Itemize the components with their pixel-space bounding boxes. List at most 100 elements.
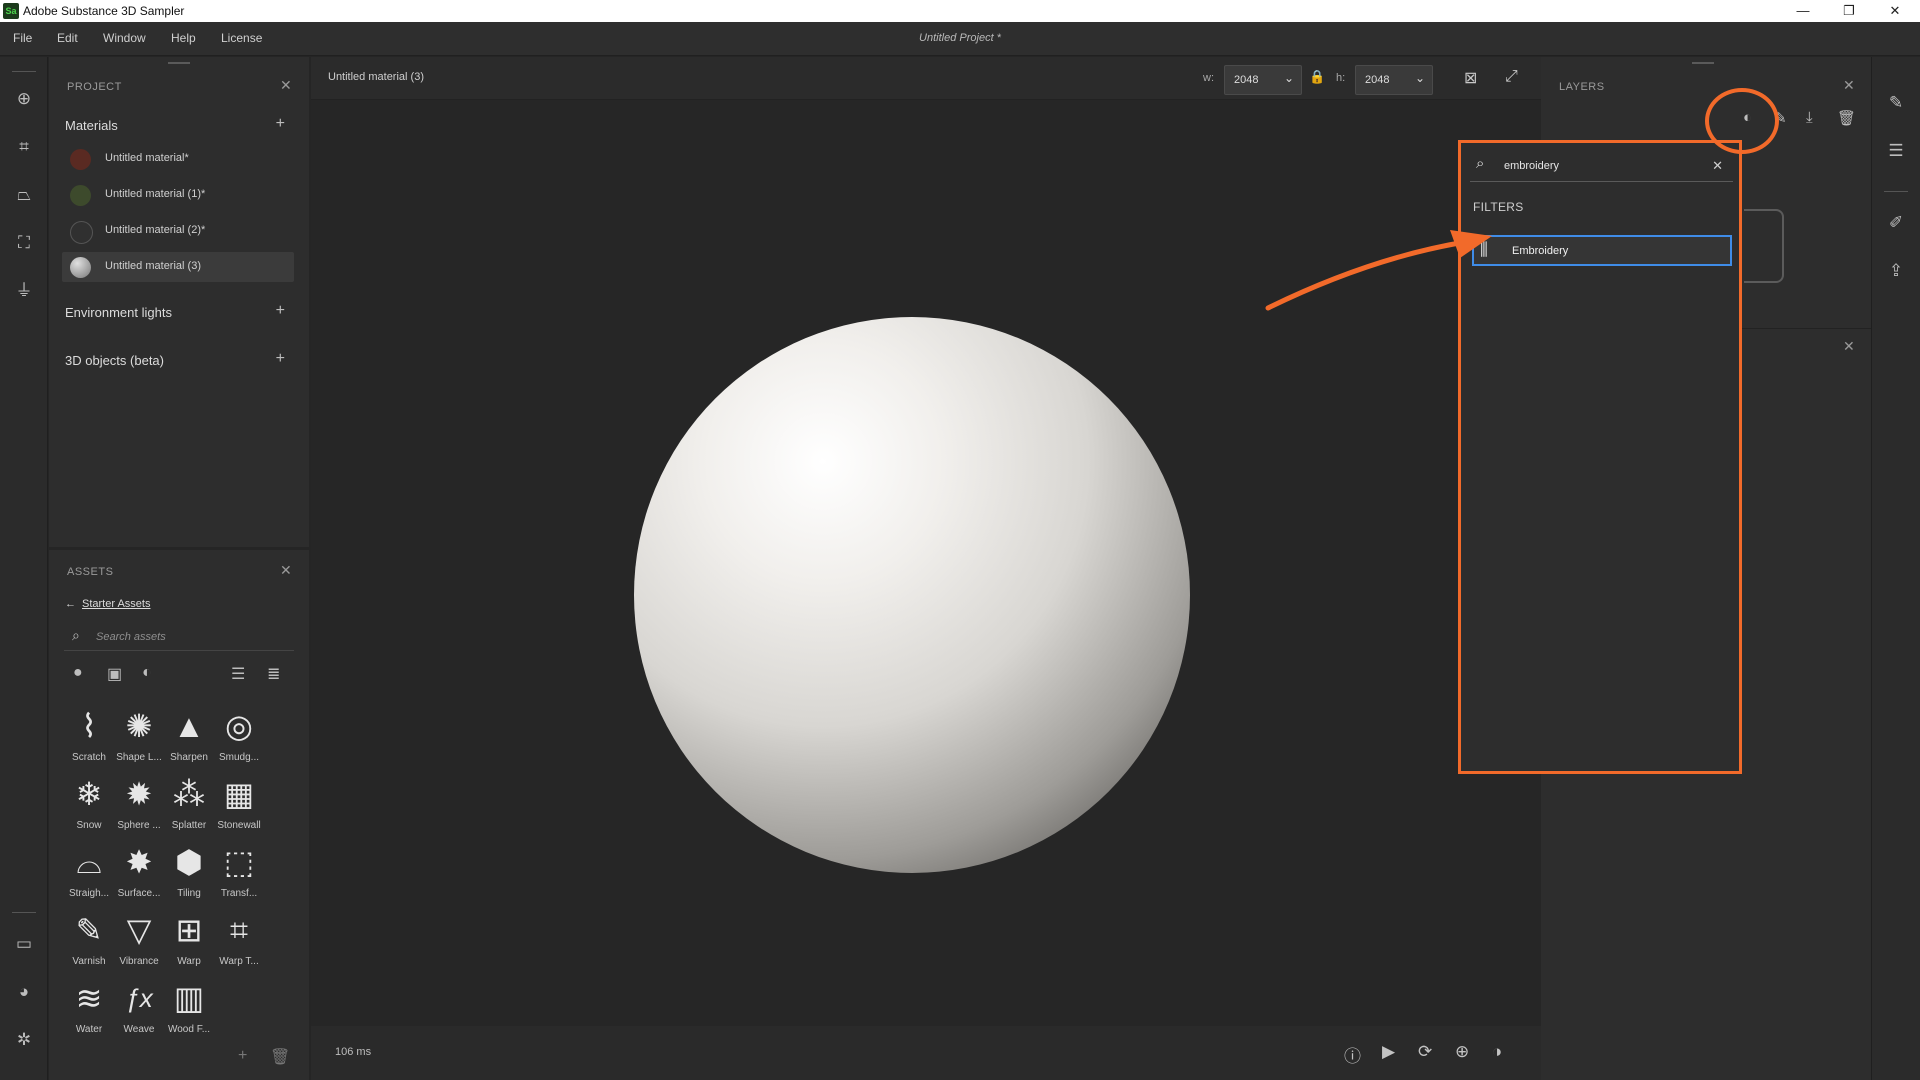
menu-file[interactable]: File bbox=[13, 31, 32, 45]
add-asset-icon[interactable]: + bbox=[238, 1047, 247, 1065]
asset-name: Warp bbox=[177, 956, 201, 967]
asset-thumbnail-icon: ✹ bbox=[125, 776, 153, 812]
asset-tile[interactable]: ❄ Snow bbox=[64, 772, 114, 840]
close-icon[interactable]: ✕ bbox=[1843, 338, 1855, 355]
camera-icon[interactable]: ▶ bbox=[1382, 1042, 1395, 1062]
add-material-button[interactable]: + bbox=[276, 115, 285, 133]
width-value: 2048 bbox=[1234, 74, 1259, 86]
asset-tile[interactable]: ✺ Shape L... bbox=[114, 704, 164, 772]
material-item[interactable]: Untitled material (1)* bbox=[62, 180, 294, 210]
trash-icon[interactable]: 🗑 bbox=[270, 1047, 290, 1067]
sort-icon[interactable]: ☰ bbox=[231, 664, 245, 684]
asset-tile[interactable]: ⬢ Tiling bbox=[164, 840, 214, 908]
clear-search-icon[interactable]: ✕ bbox=[1712, 158, 1723, 174]
material-item[interactable]: Untitled material (2)* bbox=[62, 216, 294, 246]
asset-name: Sharpen bbox=[170, 752, 208, 763]
asset-tile[interactable]: ▽ Vibrance bbox=[114, 908, 164, 976]
asset-thumbnail-icon: ⁂ bbox=[173, 776, 205, 812]
asset-tile[interactable]: ⌇ Scratch bbox=[64, 704, 114, 772]
toolbar-divider bbox=[12, 912, 36, 913]
back-arrow-icon[interactable]: ← bbox=[65, 598, 76, 610]
asset-tile[interactable]: ⁂ Splatter bbox=[164, 772, 214, 840]
add-environment-button[interactable]: + bbox=[276, 302, 285, 320]
material-filter-icon[interactable]: ● bbox=[73, 664, 83, 682]
restore-button[interactable]: ❐ bbox=[1826, 0, 1872, 22]
delete-layer-icon[interactable]: 🗑 bbox=[1837, 109, 1856, 127]
add-icon[interactable]: ⊕ bbox=[12, 87, 36, 111]
shading-icon[interactable]: ◕ bbox=[12, 980, 36, 1004]
properties-icon[interactable]: ✐ bbox=[1884, 211, 1908, 235]
minimize-button[interactable]: — bbox=[1780, 0, 1826, 22]
asset-name: Surface... bbox=[117, 888, 161, 899]
menu-license[interactable]: License bbox=[221, 31, 262, 45]
asset-tile[interactable]: ✸ Surface... bbox=[114, 840, 164, 908]
asset-tile[interactable]: ✎ Varnish bbox=[64, 908, 114, 976]
asset-search[interactable]: ⌕ Search assets bbox=[64, 624, 294, 651]
image-filter-icon[interactable]: ▣ bbox=[107, 664, 122, 684]
filter-search-input[interactable]: ⌕ embroidery ✕ bbox=[1470, 151, 1733, 182]
material-preview-sphere[interactable] bbox=[634, 317, 1190, 873]
asset-tile[interactable]: ⊞ Warp bbox=[164, 908, 214, 976]
add-3d-object-button[interactable]: + bbox=[276, 350, 285, 368]
globe-icon[interactable]: ⊕ bbox=[1455, 1042, 1469, 1062]
transform-icon[interactable]: ⛶ bbox=[12, 231, 36, 255]
material-item-selected[interactable]: Untitled material (3) bbox=[62, 252, 294, 282]
crop-icon[interactable]: ⌗ bbox=[12, 135, 36, 159]
panel-grip[interactable] bbox=[168, 62, 190, 64]
info-icon[interactable]: ⓘ bbox=[1344, 1042, 1361, 1067]
brush-icon[interactable]: ✎ bbox=[1884, 91, 1908, 115]
menu-window[interactable]: Window bbox=[103, 31, 146, 45]
tiling-toggle-icon[interactable]: ⊠ bbox=[1464, 68, 1477, 88]
material-label: Untitled material (2)* bbox=[105, 224, 206, 236]
breadcrumb-link[interactable]: Starter Assets bbox=[82, 598, 150, 610]
width-select[interactable]: 2048 ⌄ bbox=[1224, 65, 1302, 95]
stamp-icon[interactable]: ⏚ bbox=[12, 279, 36, 303]
asset-tile[interactable]: ⬚ Transf... bbox=[214, 840, 264, 908]
search-icon: ⌕ bbox=[72, 627, 80, 643]
materials-heading: Materials bbox=[65, 118, 118, 133]
asset-tile[interactable]: ◎ Smudg... bbox=[214, 704, 264, 772]
lock-icon[interactable]: 🔒 bbox=[1309, 69, 1325, 85]
import-icon[interactable]: ⤓ bbox=[1806, 109, 1813, 126]
export-icon[interactable]: ⇪ bbox=[1884, 259, 1908, 283]
app-logo-icon: Sa bbox=[3, 3, 19, 19]
asset-tile[interactable]: ▦ Stonewall bbox=[214, 772, 264, 840]
close-icon[interactable]: ✕ bbox=[1843, 77, 1855, 94]
expand-icon[interactable]: ⤢ bbox=[1505, 68, 1518, 86]
asset-tile[interactable]: ▥ Wood F... bbox=[164, 976, 214, 1044]
assets-panel: ASSETS ✕ ← Starter Assets ⌕ Search assets… bbox=[49, 550, 309, 1080]
asset-thumbnail-icon: ⌓ bbox=[76, 844, 102, 880]
filter-type-icon[interactable]: ◐ bbox=[142, 664, 152, 682]
asset-name: Scratch bbox=[72, 752, 106, 763]
search-query[interactable]: embroidery bbox=[1504, 160, 1559, 172]
viewport-footer: 106 ms ⓘ ▶ ⟳ ⊕ ◑ bbox=[311, 1026, 1541, 1080]
filter-result-embroidery[interactable]: ⫼ Embroidery bbox=[1472, 235, 1732, 266]
display-settings-icon[interactable]: ▭ bbox=[12, 932, 36, 956]
asset-tile[interactable]: ƒx Weave bbox=[114, 976, 164, 1044]
shading-mode-icon[interactable]: ◑ bbox=[1492, 1042, 1502, 1062]
environment-lights-heading: Environment lights bbox=[65, 305, 172, 320]
close-window-button[interactable]: ✕ bbox=[1872, 0, 1918, 22]
plugins-icon[interactable]: ✲ bbox=[12, 1028, 36, 1052]
adjustments-icon[interactable]: ☰ bbox=[1884, 139, 1908, 163]
project-title: Untitled Project * bbox=[919, 32, 1001, 44]
close-icon[interactable]: ✕ bbox=[280, 562, 292, 579]
asset-tile[interactable]: ≋ Water bbox=[64, 976, 114, 1044]
menu-edit[interactable]: Edit bbox=[57, 31, 78, 45]
height-select[interactable]: 2048 ⌄ bbox=[1355, 65, 1433, 95]
material-item[interactable]: Untitled material* bbox=[62, 144, 294, 174]
asset-tile[interactable]: ⌓ Straigh... bbox=[64, 840, 114, 908]
3d-objects-heading: 3D objects (beta) bbox=[65, 353, 164, 368]
panel-grip[interactable] bbox=[1692, 62, 1714, 64]
asset-tile[interactable]: ▲ Sharpen bbox=[164, 704, 214, 772]
menu-help[interactable]: Help bbox=[171, 31, 196, 45]
asset-tile[interactable]: ✹ Sphere ... bbox=[114, 772, 164, 840]
asset-tile[interactable]: ⌗ Warp T... bbox=[214, 908, 264, 976]
breadcrumb[interactable]: ← Starter Assets bbox=[65, 598, 150, 610]
perspective-icon[interactable]: ⏢ bbox=[12, 183, 36, 207]
material-label: Untitled material* bbox=[105, 152, 189, 164]
viewport[interactable]: Untitled material (3) w: 2048 ⌄ 🔒 h: 204… bbox=[311, 57, 1541, 1080]
close-icon[interactable]: ✕ bbox=[280, 77, 292, 94]
rotate-icon[interactable]: ⟳ bbox=[1418, 1042, 1432, 1062]
list-view-icon[interactable]: ≣ bbox=[267, 664, 280, 684]
